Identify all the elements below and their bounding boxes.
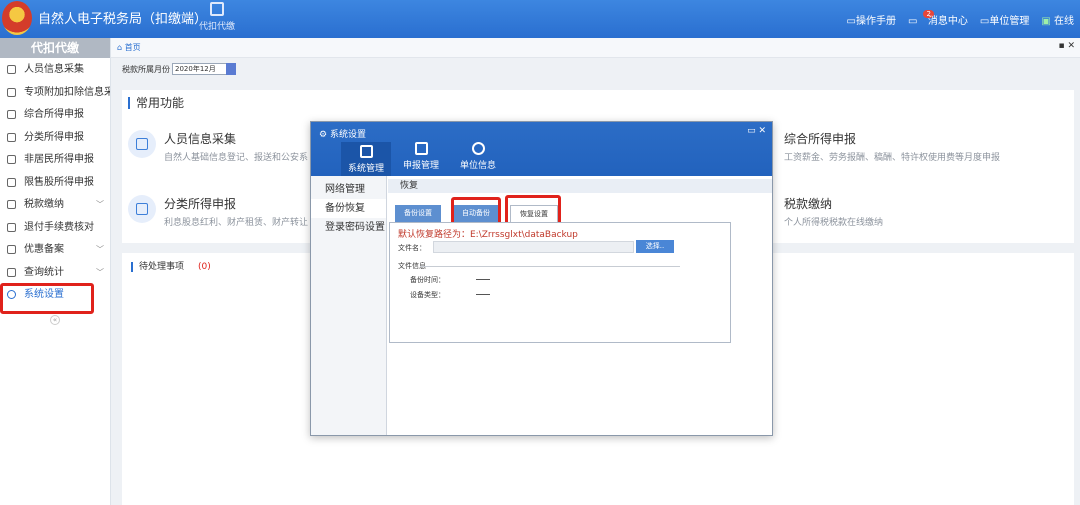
file-name-input[interactable] xyxy=(433,241,634,253)
tab-declaration-management[interactable]: 申报管理 xyxy=(396,142,446,171)
tax-period-selector: 税款所属月份 2020年12月 xyxy=(122,63,236,75)
backup-time-label: 备份时间： xyxy=(410,276,445,284)
nav-login-password[interactable]: 登录密码设置 xyxy=(311,218,386,237)
pie-icon xyxy=(7,132,16,142)
common-functions-title: 常用功能 xyxy=(128,97,184,109)
file-info-divider xyxy=(420,266,680,267)
app-title: 自然人电子税务局（扣缴端） xyxy=(38,12,208,27)
person-icon xyxy=(7,65,16,74)
module-icon xyxy=(210,2,224,16)
highlight-system-settings xyxy=(0,283,94,314)
breadcrumb-bar: ⌂ 首页 ▪ ✕ xyxy=(111,38,1080,58)
restore-settings-panel: 默认恢复路径为：E:\Zrrssglxt\dataBackup 文件名： 选择.… xyxy=(389,222,731,343)
layers-icon xyxy=(7,110,16,119)
pending-title: 待处理事项 xyxy=(131,262,184,272)
online-status: ▣ 在线 xyxy=(1041,16,1074,27)
dialog-controls[interactable]: ▭ ✕ xyxy=(747,126,766,136)
list-icon xyxy=(7,87,16,97)
lock-icon xyxy=(359,145,373,158)
collapse-sidebar-button[interactable]: « xyxy=(50,315,60,325)
bar-chart-icon xyxy=(7,177,16,187)
document-icon xyxy=(7,222,16,232)
sidebar-header: 代扣代缴 xyxy=(0,38,110,58)
period-label: 税款所属月份 xyxy=(122,64,170,74)
sidebar-item-tax-payment[interactable]: 税款缴纳 ﹀ xyxy=(0,194,110,217)
edit-icon xyxy=(128,195,156,223)
file-name-label: 文件名： xyxy=(398,244,426,252)
backup-time-value xyxy=(476,279,490,280)
dialog-body: 恢复 备份设置 自动备份 恢复设置 默认恢复路径为：E:\Zrrssglxt\d… xyxy=(388,176,772,435)
sidebar-item-classified[interactable]: 分类所得申报 xyxy=(0,127,110,150)
file-icon xyxy=(7,245,16,254)
sidebar-item-preferential[interactable]: 优惠备案 ﹀ xyxy=(0,239,110,262)
calendar-icon[interactable] xyxy=(226,63,236,75)
tax-emblem-logo xyxy=(2,1,32,35)
unit-management-link[interactable]: ▭单位管理 xyxy=(980,12,1029,27)
chevron-down-icon: ﹀ xyxy=(96,245,104,254)
sidebar-item-special-deduction[interactable]: 专项附加扣除信息采 xyxy=(0,82,110,105)
dialog-header: ⚙ 系统设置 ▭ ✕ 系统管理 申报管理 单位信息 xyxy=(311,122,772,176)
tab-system-management[interactable]: 系统管理 xyxy=(341,142,391,176)
module-withholding[interactable]: 代扣代缴 xyxy=(195,2,239,32)
subtab-backup-settings[interactable]: 备份设置 xyxy=(395,205,441,222)
sidebar-item-refund-check[interactable]: 退付手续费核对 xyxy=(0,217,110,240)
breadcrumb-home[interactable]: ⌂ 首页 xyxy=(117,42,141,53)
message-center-link[interactable]: ▭2消息中心 xyxy=(908,10,968,27)
tab-unit-info[interactable]: 单位信息 xyxy=(453,142,503,171)
nav-backup-restore[interactable]: 备份恢复 xyxy=(311,199,386,218)
default-restore-path: 默认恢复路径为：E:\Zrrssglxt\dataBackup xyxy=(398,230,578,240)
dialog-title: ⚙ 系统设置 xyxy=(319,130,366,140)
module-label: 代扣代缴 xyxy=(198,22,235,32)
choose-file-button[interactable]: 选择.. xyxy=(636,240,674,253)
sidebar-item-restricted-shares[interactable]: 限售股所得申报 xyxy=(0,172,110,195)
period-input[interactable]: 2020年12月 xyxy=(172,63,236,75)
folder-icon xyxy=(7,200,16,209)
search-doc-icon xyxy=(7,267,16,277)
dialog-nav: 网络管理 备份恢复 登录密码设置 xyxy=(311,176,387,435)
pending-count: (0) xyxy=(198,262,211,272)
device-type-label: 设备类型： xyxy=(410,291,445,299)
sidebar-item-comprehensive[interactable]: 综合所得申报 xyxy=(0,104,110,127)
top-links: ▭操作手册 ▭2消息中心 ▭单位管理 ▣ 在线 xyxy=(847,10,1074,27)
manual-link[interactable]: ▭操作手册 xyxy=(847,12,896,27)
top-bar: 自然人电子税务局（扣缴端） 代扣代缴 ▭操作手册 ▭2消息中心 ▭单位管理 ▣ … xyxy=(0,0,1080,38)
sidebar: 代扣代缴 人员信息采集 专项附加扣除信息采 综合所得申报 分类所得申报 非居民所… xyxy=(0,38,111,505)
users-icon xyxy=(471,142,485,155)
restore-section-header: 恢复 xyxy=(388,179,772,193)
window-controls[interactable]: ▪ ✕ xyxy=(1058,41,1075,51)
edit-icon xyxy=(414,142,428,155)
device-type-value xyxy=(476,294,490,295)
user-icon xyxy=(7,155,16,164)
sidebar-item-query[interactable]: 查询统计 ﹀ xyxy=(0,262,110,285)
sidebar-item-nonresident[interactable]: 非居民所得申报 xyxy=(0,149,110,172)
monitor-icon: ▣ xyxy=(1041,16,1051,27)
chevron-down-icon: ﹀ xyxy=(96,267,104,277)
chevron-down-icon: ﹀ xyxy=(96,200,104,209)
id-card-icon xyxy=(128,130,156,158)
nav-network-management[interactable]: 网络管理 xyxy=(311,180,386,199)
system-settings-dialog: ⚙ 系统设置 ▭ ✕ 系统管理 申报管理 单位信息 网络管理 备份恢复 登录密码… xyxy=(310,121,773,436)
sidebar-item-person-info[interactable]: 人员信息采集 xyxy=(0,59,110,82)
